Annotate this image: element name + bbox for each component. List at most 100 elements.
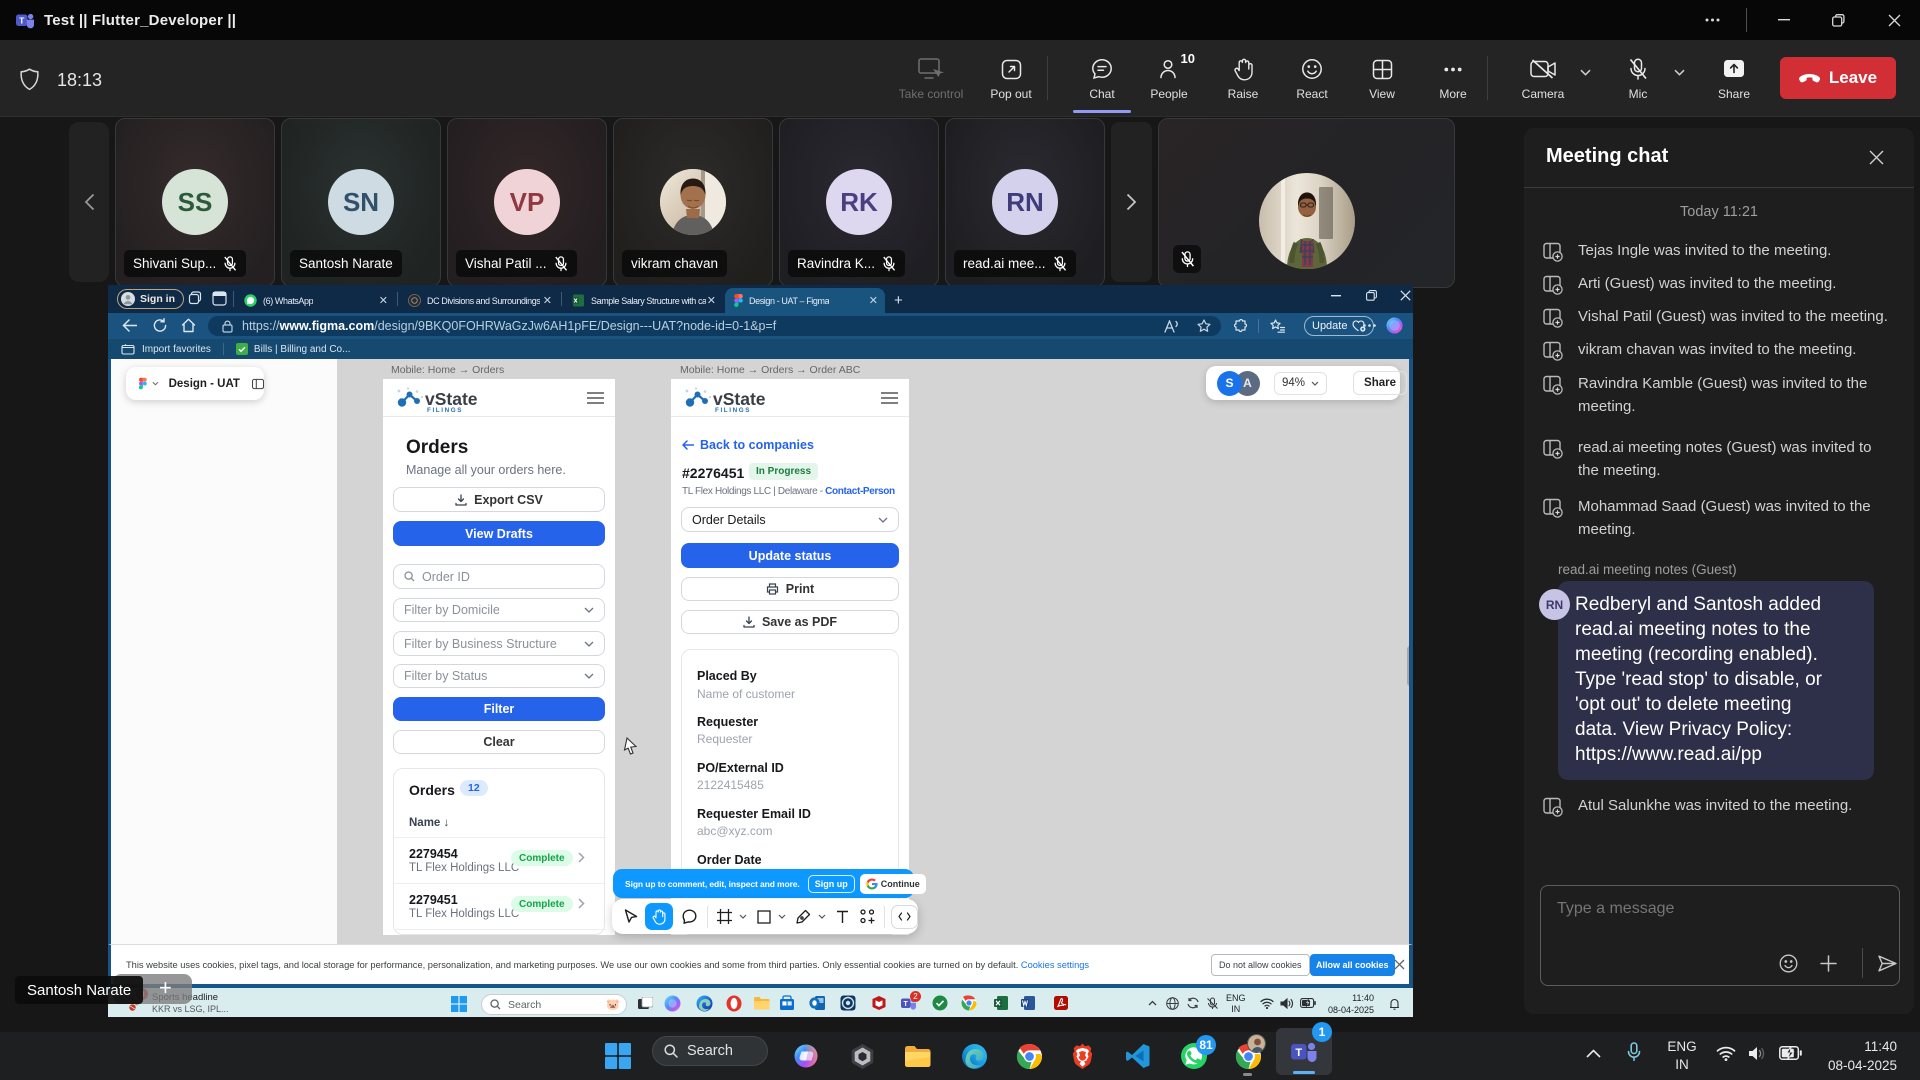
figma-logo-icon[interactable] — [139, 377, 147, 390]
tray-wifi-icon[interactable] — [1716, 1046, 1736, 1061]
taskbar-hexagon-app-icon[interactable] — [848, 1042, 876, 1070]
chat-message-input[interactable] — [1557, 900, 1857, 918]
chat-input-box[interactable] — [1540, 885, 1900, 986]
update-status-button[interactable]: Update status — [681, 543, 899, 568]
row-order-id[interactable]: 2279451 — [409, 893, 458, 907]
figma-doc-title[interactable]: Design - UAT — [169, 378, 240, 390]
frame1-breadcrumb[interactable]: Mobile: Home → Orders — [391, 364, 504, 376]
move-tool-icon[interactable] — [624, 909, 638, 925]
shared-start-icon[interactable] — [451, 996, 467, 1012]
shared-search-box[interactable]: Search 🐷 — [481, 994, 627, 1015]
taskbar-edge-icon[interactable] — [960, 1042, 988, 1070]
browser-tab-excel[interactable]: Sample Salary Structure with calc ✕ — [563, 288, 723, 313]
shared-obs-icon[interactable] — [840, 995, 856, 1011]
pop-out-button[interactable]: Pop out — [966, 54, 1056, 116]
camera-chevron-icon[interactable] — [1580, 69, 1591, 76]
hand-tool-active[interactable] — [645, 903, 673, 930]
widget-subtitle[interactable]: KKR vs LSG, IPL... — [152, 1004, 229, 1014]
dev-mode-toggle[interactable] — [891, 905, 918, 929]
tab-close-icon[interactable]: ✕ — [379, 294, 388, 307]
filter-structure-select[interactable]: Filter by Business Structure — [393, 631, 605, 656]
start-button[interactable] — [604, 1042, 632, 1070]
signup-button[interactable]: Sign up — [808, 875, 855, 893]
shared-excel-icon[interactable] — [993, 995, 1009, 1011]
shared-chrome-icon[interactable] — [961, 995, 977, 1011]
shared-globe-icon[interactable] — [1166, 997, 1179, 1010]
shared-language-indicator[interactable]: ENGIN — [1226, 993, 1246, 1015]
shared-edge-icon[interactable] — [696, 995, 713, 1012]
google-continue-button[interactable]: Continue — [860, 874, 926, 894]
allow-cookies-button[interactable]: Allow all cookies — [1310, 954, 1395, 976]
tray-mic-icon[interactable] — [1627, 1042, 1641, 1062]
mic-chevron-icon[interactable] — [1674, 69, 1685, 76]
back-to-companies-link[interactable]: Back to companies — [682, 438, 814, 452]
print-button[interactable]: Print — [681, 577, 899, 601]
shared-notification-icon[interactable] — [1388, 997, 1401, 1010]
shared-opera-icon[interactable] — [726, 995, 742, 1012]
shared-mcafee-icon[interactable] — [871, 995, 887, 1011]
shared-copilot-icon[interactable] — [664, 995, 681, 1012]
chevron-down-icon[interactable] — [778, 914, 786, 919]
clear-button[interactable]: Clear — [393, 730, 605, 754]
shared-outlook-icon[interactable] — [809, 995, 826, 1011]
row-order-id[interactable]: 2279454 — [409, 847, 458, 861]
tab-close-icon[interactable]: ✕ — [543, 294, 552, 307]
hamburger-icon[interactable] — [881, 392, 898, 404]
hamburger-icon[interactable] — [587, 392, 604, 404]
shared-battery-icon[interactable] — [1300, 998, 1316, 1008]
components-tool-icon[interactable] — [860, 909, 875, 924]
browser-menu-icon[interactable] — [1363, 324, 1376, 327]
tray-volume-icon[interactable] — [1748, 1046, 1767, 1061]
text-tool-icon[interactable] — [836, 910, 849, 924]
window-minimize-icon[interactable] — [1761, 0, 1807, 40]
frame2-breadcrumb[interactable]: Mobile: Home → Orders → Order ABC — [680, 364, 860, 376]
shared-volume-icon[interactable] — [1280, 998, 1294, 1009]
filter-status-select[interactable]: Filter by Status — [393, 664, 605, 688]
back-icon[interactable] — [122, 319, 137, 332]
pen-tool-icon[interactable] — [796, 909, 811, 924]
tray-battery-icon[interactable] — [1779, 1046, 1802, 1060]
scroll-right-button[interactable] — [1111, 122, 1152, 282]
taskbar-brave-icon[interactable] — [1068, 1042, 1096, 1070]
favorites-list-icon[interactable] — [1270, 319, 1285, 333]
taskbar-search-box[interactable]: Search — [652, 1036, 768, 1066]
edge-restore-icon[interactable] — [1366, 290, 1377, 301]
taskbar-explorer-icon[interactable] — [904, 1042, 932, 1070]
canvas-scrollbar[interactable] — [1407, 646, 1413, 686]
shared-word-icon[interactable] — [1020, 995, 1036, 1011]
zoom-control[interactable]: 94% — [1274, 372, 1327, 395]
tray-clock[interactable]: 11:4008-04-2025 — [1800, 1037, 1897, 1075]
tab-close-icon[interactable]: ✕ — [869, 294, 878, 307]
chevron-down-icon[interactable] — [152, 381, 159, 386]
shape-tool-icon[interactable] — [757, 910, 771, 924]
taskbar-vscode-icon[interactable] — [1124, 1042, 1152, 1070]
shared-store-icon[interactable] — [779, 995, 795, 1011]
taskbar-teams-active[interactable]: T 1 — [1276, 1028, 1332, 1075]
share-button[interactable]: Share — [1689, 54, 1779, 116]
taskbar-whatsapp-icon[interactable]: 81 — [1180, 1042, 1208, 1070]
emoji-icon[interactable] — [1779, 954, 1798, 973]
tab-actions-icon[interactable] — [212, 291, 227, 306]
shared-clock[interactable]: 11:4008-04-2025 — [1316, 992, 1374, 1016]
taskbar-chrome-icon[interactable] — [1015, 1042, 1043, 1070]
leave-button[interactable]: Leave — [1780, 57, 1896, 99]
name-column-header[interactable]: Name ↓ — [409, 817, 449, 829]
participant-tile[interactable]: vikram chavan — [613, 118, 773, 287]
camera-button[interactable]: Camera — [1498, 54, 1588, 116]
browser-tab-whatsapp[interactable]: (6) WhatsApp ✕ — [235, 288, 395, 313]
shared-sync-icon[interactable] — [1186, 997, 1200, 1009]
shared-taskview-icon[interactable] — [638, 997, 653, 1011]
cookie-close-icon[interactable] — [1394, 959, 1405, 970]
participant-tile[interactable]: RK Ravindra K... — [779, 118, 939, 287]
order-details-select[interactable]: Order Details — [681, 507, 899, 532]
taskbar-chrome-profile-icon[interactable] — [1234, 1042, 1262, 1070]
shared-mic-muted-icon[interactable] — [1206, 997, 1219, 1010]
shared-acrobat-icon[interactable] — [1053, 995, 1069, 1011]
new-tab-icon[interactable]: + — [894, 292, 903, 309]
export-csv-button[interactable]: Export CSV — [393, 487, 605, 512]
scroll-left-button[interactable] — [69, 122, 109, 282]
tray-language-indicator[interactable]: ENGIN — [1662, 1038, 1702, 1074]
participant-tile[interactable]: VP Vishal Patil ... — [447, 118, 607, 287]
shared-tray-chevron-icon[interactable] — [1148, 1000, 1157, 1006]
order-id-search[interactable]: Order ID — [393, 564, 605, 589]
